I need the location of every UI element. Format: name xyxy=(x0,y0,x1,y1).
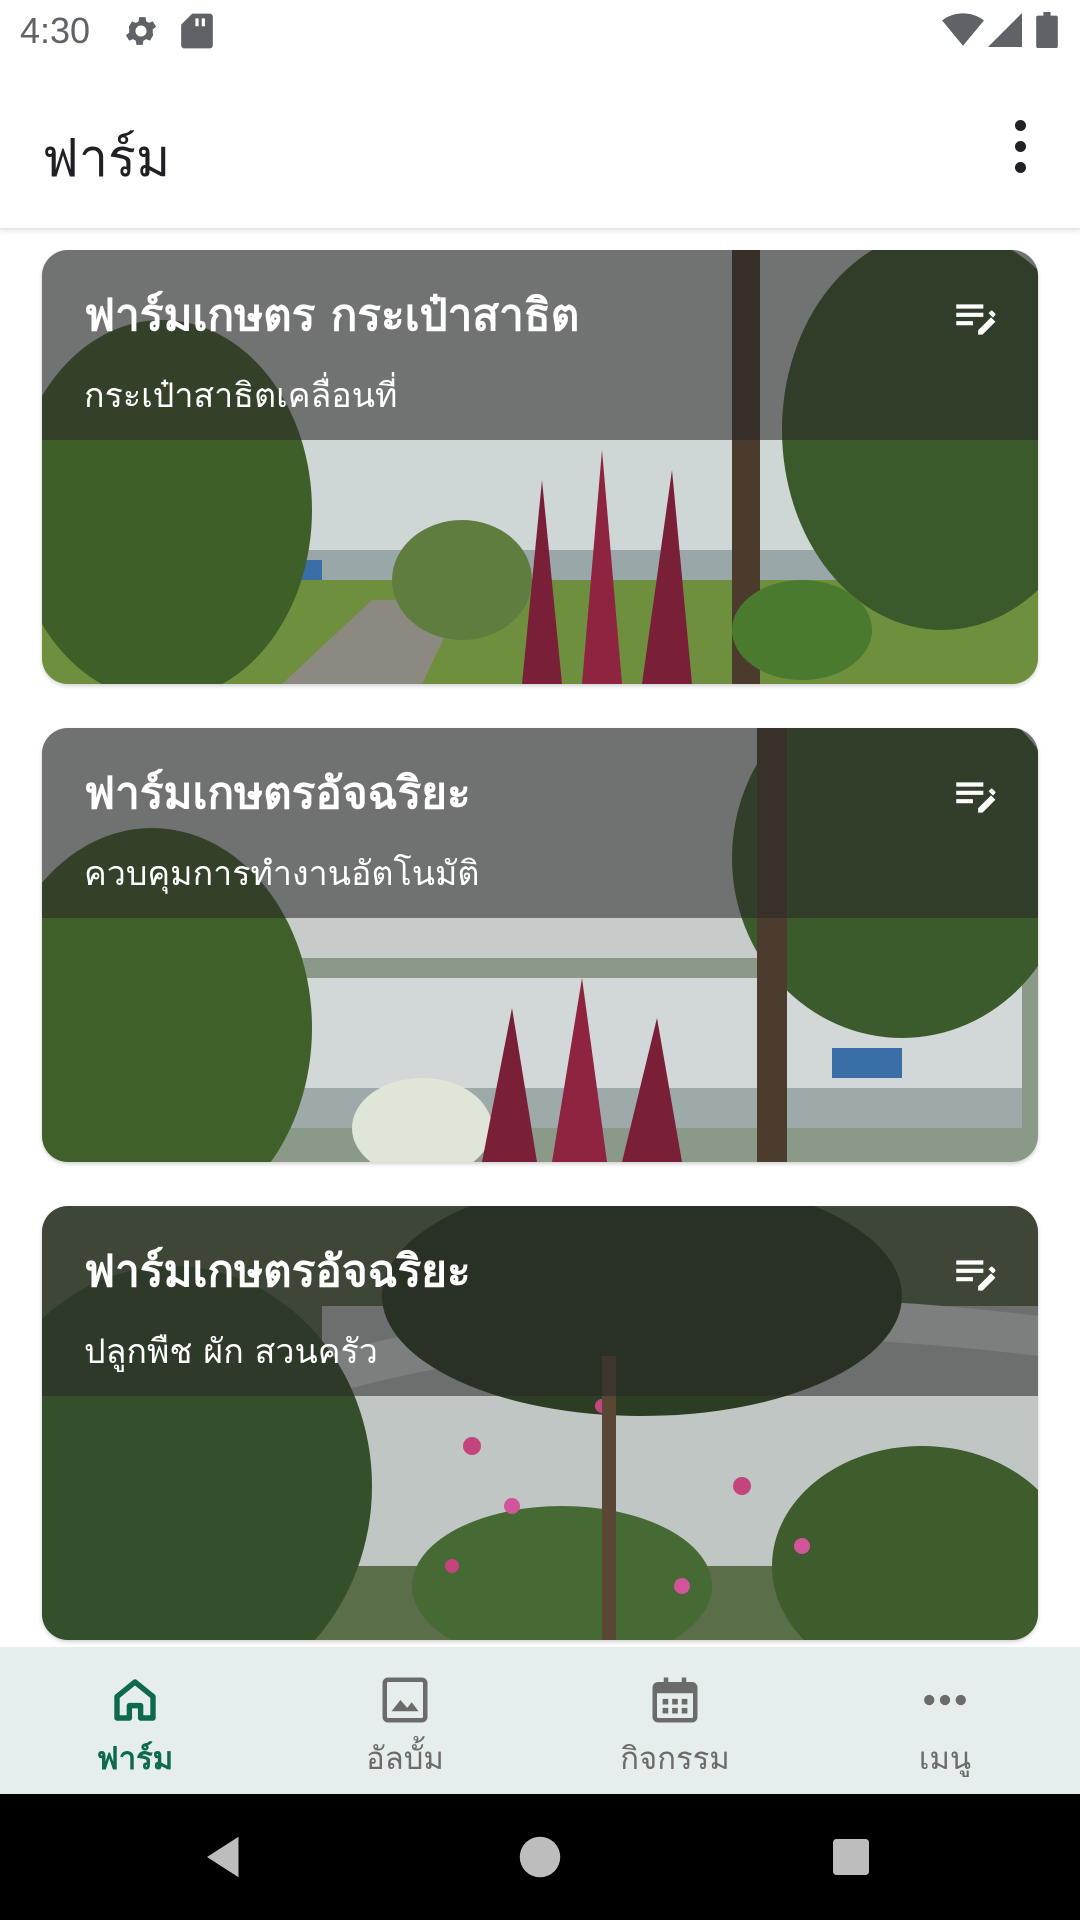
nav-item-activities[interactable]: กิจกรรม xyxy=(540,1647,810,1794)
system-navigation-bar xyxy=(0,1794,1080,1920)
image-icon xyxy=(382,1677,428,1723)
nav-item-farm[interactable]: ฟาร์ม xyxy=(0,1647,270,1794)
wifi-icon xyxy=(942,13,984,46)
more-vertical-icon-dot xyxy=(1014,140,1026,152)
farm-list: ฟาร์มเกษตร กระเป๋าสาธิต กระเป๋าสาธิตเคลื… xyxy=(0,232,1080,1646)
edit-note-icon[interactable] xyxy=(950,294,1000,344)
status-bar: 4:30 xyxy=(0,0,1080,64)
edit-note-icon[interactable] xyxy=(950,772,1000,822)
farm-title: ฟาร์มเกษตร กระเป๋าสาธิต xyxy=(84,290,580,341)
nav-label: ฟาร์ม xyxy=(96,1741,174,1777)
back-icon[interactable] xyxy=(198,1830,252,1884)
status-time: 4:30 xyxy=(20,10,91,51)
settings-icon xyxy=(125,17,157,45)
nav-label: เมนู xyxy=(918,1741,972,1777)
farm-subtitle: ควบคุมการทำงานอัตโนมัติ xyxy=(84,854,480,894)
more-options-button[interactable] xyxy=(990,110,1050,182)
battery-icon xyxy=(1036,12,1058,48)
cellular-signal-icon xyxy=(988,13,1022,47)
home-icon xyxy=(114,1679,156,1721)
farm-title: ฟาร์มเกษตรอัจฉริยะ xyxy=(84,768,471,819)
home-circle-icon[interactable] xyxy=(513,1830,567,1884)
farm-card[interactable]: ฟาร์มเกษตรอัจฉริยะ ควบคุมการทำงานอัตโนมั… xyxy=(42,728,1038,1162)
nav-label: อัลบั้ม xyxy=(366,1741,444,1777)
farm-subtitle: กระเป๋าสาธิตเคลื่อนที่ xyxy=(84,376,398,416)
farm-card[interactable]: ฟาร์มเกษตร กระเป๋าสาธิต กระเป๋าสาธิตเคลื… xyxy=(42,250,1038,684)
sd-card-icon xyxy=(181,13,213,49)
farm-title: ฟาร์มเกษตรอัจฉริยะ xyxy=(84,1246,471,1297)
nav-item-album[interactable]: อัลบั้ม xyxy=(270,1647,540,1794)
farm-subtitle: ปลูกพืช ผัก สวนครัว xyxy=(84,1332,378,1372)
farm-card[interactable]: ฟาร์มเกษตรอัจฉริยะ ปลูกพืช ผัก สวนครัว xyxy=(42,1206,1038,1640)
app-bar: ฟาร์ม xyxy=(0,64,1080,230)
more-horizontal-icon xyxy=(924,1694,966,1706)
page-title: ฟาร์ม xyxy=(42,129,171,189)
nav-label: กิจกรรม xyxy=(620,1741,730,1777)
calendar-icon xyxy=(652,1677,698,1723)
bottom-navigation: ฟาร์ม อัลบั้ม กิจกรรม เมนู xyxy=(0,1647,1080,1794)
edit-note-icon[interactable] xyxy=(950,1250,1000,1300)
nav-item-menu[interactable]: เมนู xyxy=(810,1647,1080,1794)
recents-icon[interactable] xyxy=(824,1830,878,1884)
more-vertical-icon xyxy=(1014,119,1026,131)
more-vertical-icon-dot xyxy=(1014,161,1026,173)
